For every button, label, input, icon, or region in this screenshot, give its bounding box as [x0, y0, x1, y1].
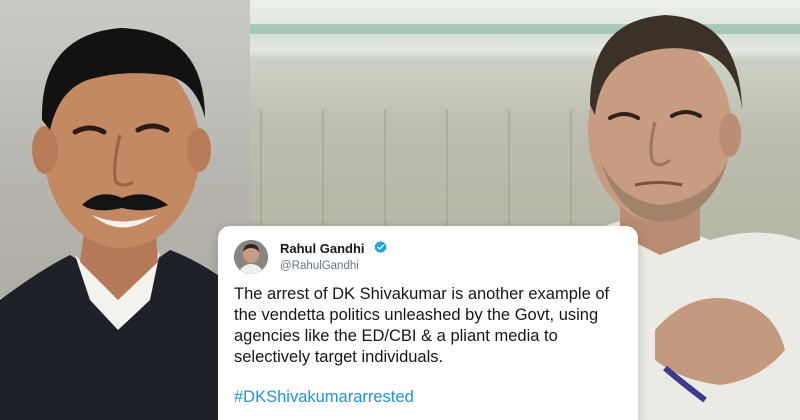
profile-avatar[interactable] — [234, 240, 268, 274]
tweet-author-name[interactable]: Rahul Gandhi — [280, 241, 365, 256]
left-person-photo — [0, 28, 250, 420]
verified-badge-icon — [374, 240, 387, 254]
tweet-body-text: The arrest of DK Shivakumar is another e… — [234, 285, 610, 366]
tweet-card[interactable]: Rahul Gandhi @RahulGandhi The arrest of … — [218, 226, 638, 420]
news-image: Rahul Gandhi @RahulGandhi The arrest of … — [0, 0, 800, 420]
tweet-author-handle[interactable]: @RahulGandhi — [280, 260, 359, 272]
tweet-hashtag-link[interactable]: #DKShivakumararrested — [234, 388, 414, 407]
